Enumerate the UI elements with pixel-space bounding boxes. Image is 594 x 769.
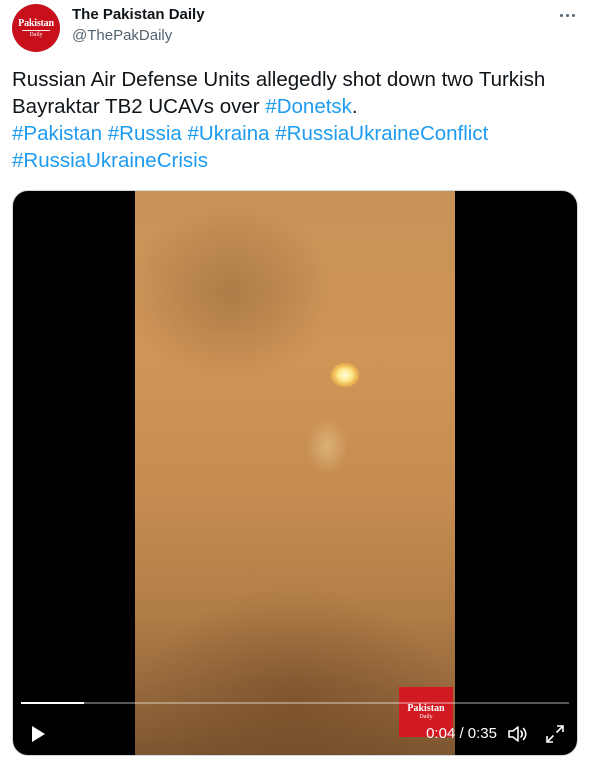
play-icon[interactable] [29,725,47,743]
avatar-title: Pakistan [18,17,54,29]
account-name[interactable]: The Pakistan Daily [72,6,205,24]
hashtag-russiaukraineconflict[interactable]: #RussiaUkraineConflict [275,122,488,145]
watermark-title: Pakistan [407,702,445,714]
account-handle[interactable]: @ThePakDaily [72,27,172,45]
explosion-glow [331,363,359,387]
hashtag-russia[interactable]: #Russia [108,122,182,145]
video-frame[interactable] [135,191,455,755]
more-icon[interactable] [554,6,580,24]
avatar-subtitle: Daily [29,31,43,38]
video-progress-fill [21,702,85,704]
hashtag-pakistan[interactable]: #Pakistan [12,122,102,145]
fullscreen-icon[interactable] [545,724,565,744]
watermark-subtitle: Daily [419,713,433,720]
hashtag-donetsk[interactable]: #Donetsk [265,95,352,118]
volume-icon[interactable] [507,724,529,744]
hashtag-ukraina[interactable]: #Ukraina [188,122,270,145]
avatar-divider [22,29,50,31]
video-player[interactable]: Pakistan Daily 0:04 / 0:35 [12,190,578,756]
video-time: 0:04 / 0:35 [426,725,497,742]
tweet-period: . [351,95,358,118]
hashtag-russiaukrainecrisis[interactable]: #RussiaUkraineCrisis [12,149,208,172]
tweet-text: Russian Air Defense Units allegedly shot… [12,66,582,174]
avatar[interactable]: Pakistan Daily [12,4,60,52]
video-progress-bar[interactable] [21,702,569,704]
